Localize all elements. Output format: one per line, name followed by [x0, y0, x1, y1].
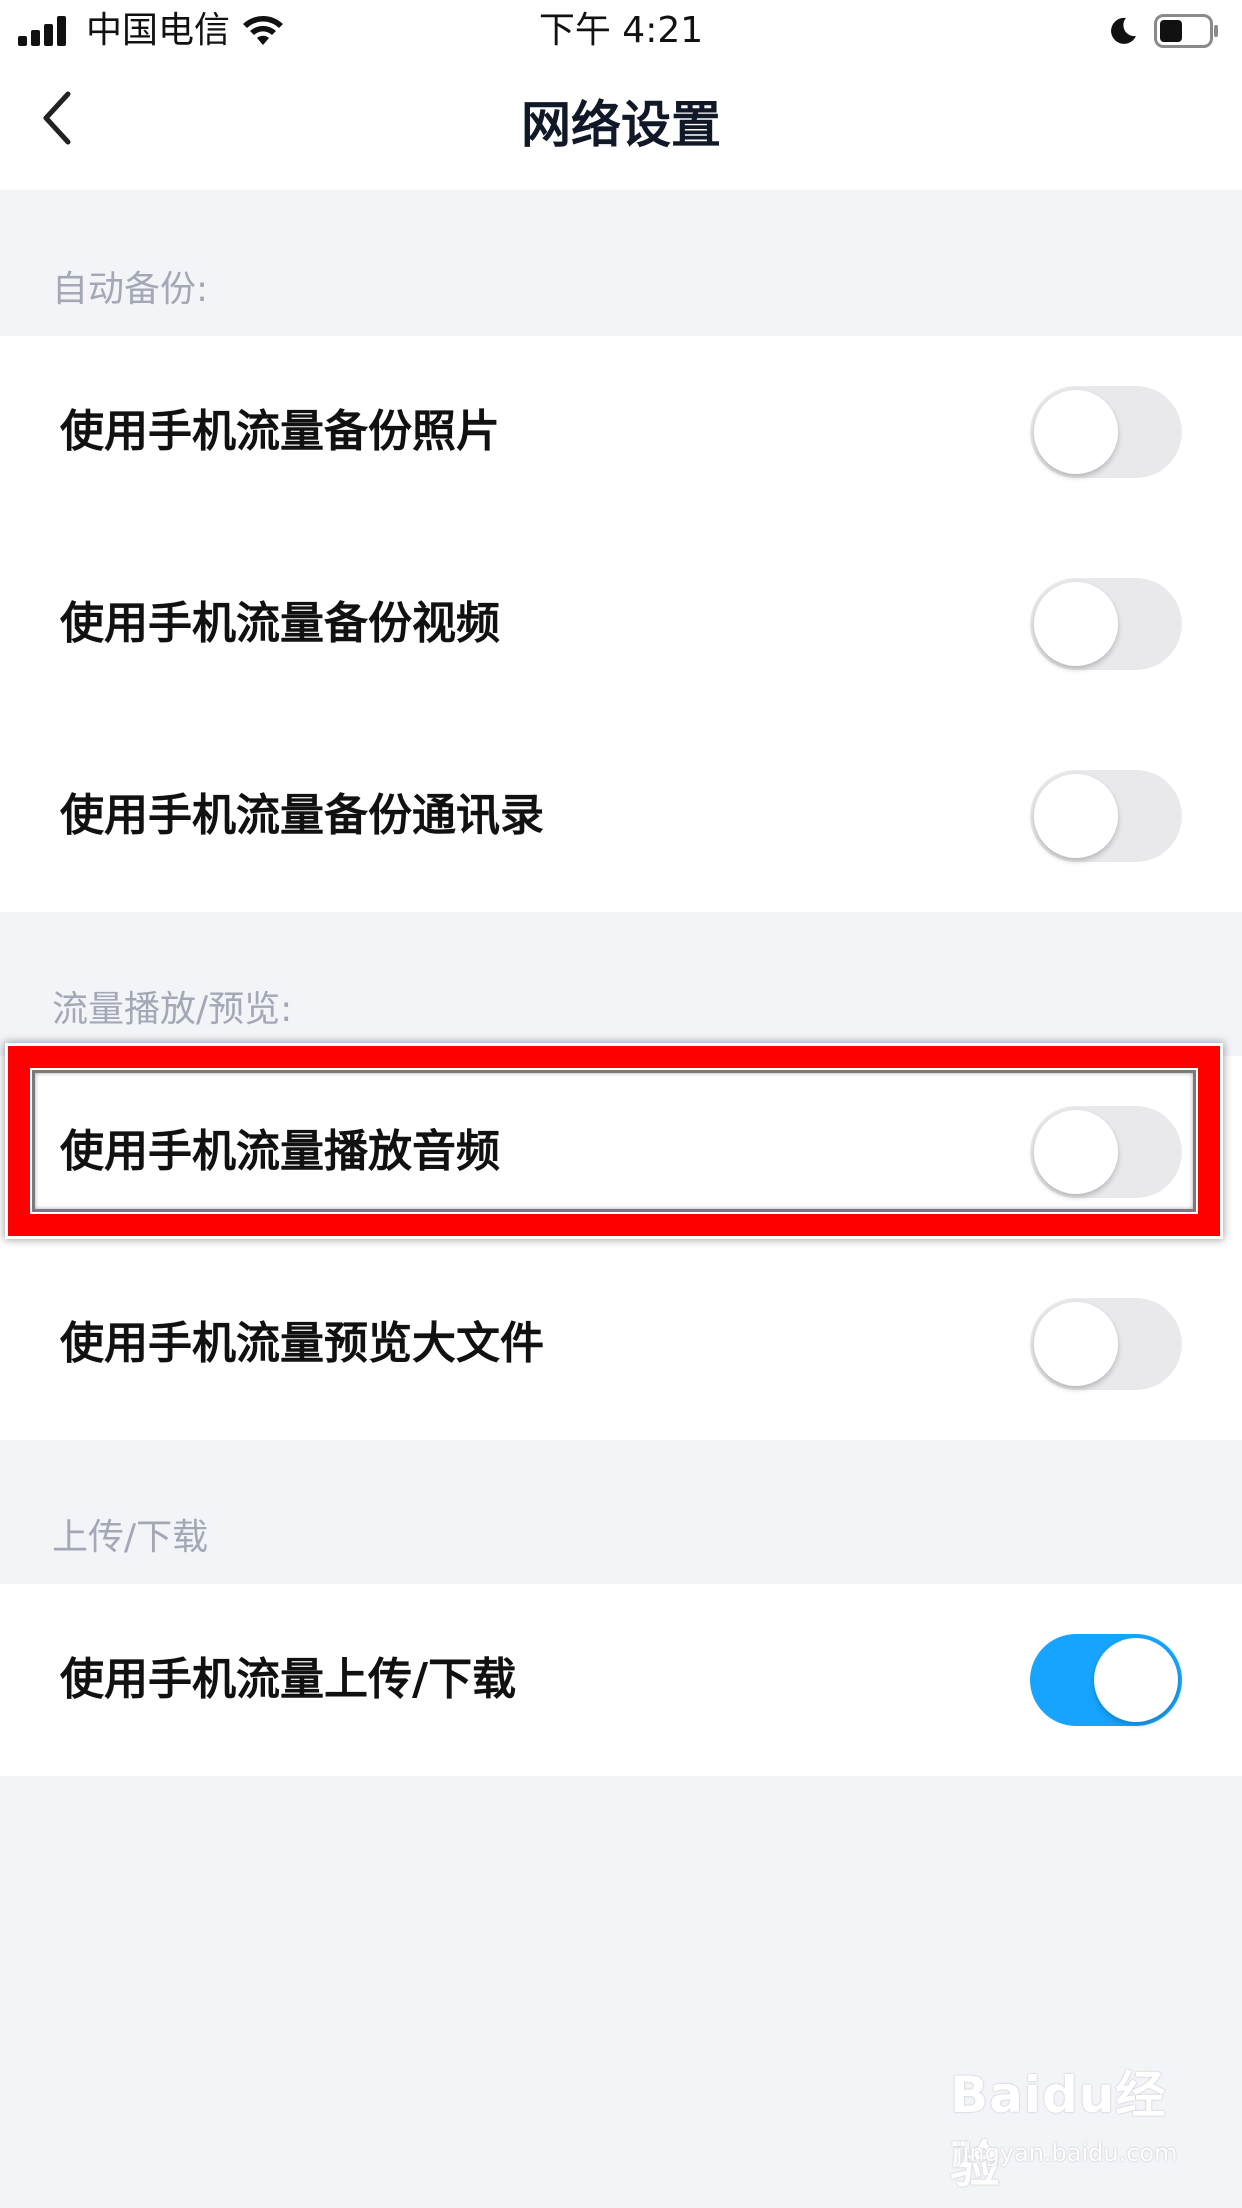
section-header-transfer: 上传/下载: [52, 1517, 209, 1558]
row-backup-videos: 使用手机流量备份视频: [0, 528, 1242, 720]
baidu-jingyan-watermark: Baidu经验 jingyan.baidu.com: [950, 2060, 1190, 2194]
page-title: 网络设置: [521, 96, 721, 154]
status-bar: 中国电信 下午 4:21: [0, 0, 1242, 62]
section-header-auto-backup: 自动备份:: [52, 269, 209, 310]
watermark-logo: Baidu经验: [950, 2066, 1167, 2194]
transfer-group: 使用手机流量上传/下载: [0, 1584, 1242, 1776]
row-label: 使用手机流量播放音频: [60, 1126, 500, 1177]
row-backup-contacts: 使用手机流量备份通讯录: [0, 720, 1242, 912]
row-play-audio: 使用手机流量播放音频: [0, 1056, 1242, 1248]
network-settings-screen: 中国电信 下午 4:21 网络设置 自动备份: 使用手机流量备份照片 使用手机流…: [0, 0, 1242, 2208]
status-time: 下午 4:21: [538, 10, 704, 51]
upload-download-toggle[interactable]: [1030, 1634, 1182, 1726]
playback-group: 使用手机流量播放音频 使用手机流量预览大文件: [0, 1056, 1242, 1440]
toggle-knob: [1034, 1110, 1118, 1194]
row-label: 使用手机流量备份视频: [60, 598, 500, 649]
toggle-knob: [1034, 390, 1118, 474]
toggle-knob: [1034, 774, 1118, 858]
row-label: 使用手机流量备份照片: [60, 406, 500, 457]
backup-photos-toggle[interactable]: [1030, 386, 1182, 478]
row-upload-download: 使用手机流量上传/下载: [0, 1584, 1242, 1776]
row-label: 使用手机流量上传/下载: [60, 1654, 517, 1705]
backup-videos-toggle[interactable]: [1030, 578, 1182, 670]
row-label: 使用手机流量预览大文件: [60, 1318, 544, 1369]
watermark-url: jingyan.baidu.com: [956, 2139, 1178, 2167]
top-bar: 中国电信 下午 4:21 网络设置: [0, 0, 1242, 190]
do-not-disturb-moon-icon: [1111, 17, 1136, 44]
row-label: 使用手机流量备份通讯录: [60, 790, 544, 841]
section-header-playback: 流量播放/预览:: [52, 989, 293, 1030]
auto-backup-group: 使用手机流量备份照片 使用手机流量备份视频 使用手机流量备份通讯录: [0, 336, 1242, 912]
row-backup-photos: 使用手机流量备份照片: [0, 336, 1242, 528]
preview-large-files-toggle[interactable]: [1030, 1298, 1182, 1390]
backup-contacts-toggle[interactable]: [1030, 770, 1182, 862]
toggle-knob: [1094, 1638, 1178, 1722]
battery-icon: [1154, 14, 1218, 48]
play-audio-toggle[interactable]: [1030, 1106, 1182, 1198]
toggle-knob: [1034, 1302, 1118, 1386]
toggle-knob: [1034, 582, 1118, 666]
row-preview-large-files: 使用手机流量预览大文件: [0, 1248, 1242, 1440]
